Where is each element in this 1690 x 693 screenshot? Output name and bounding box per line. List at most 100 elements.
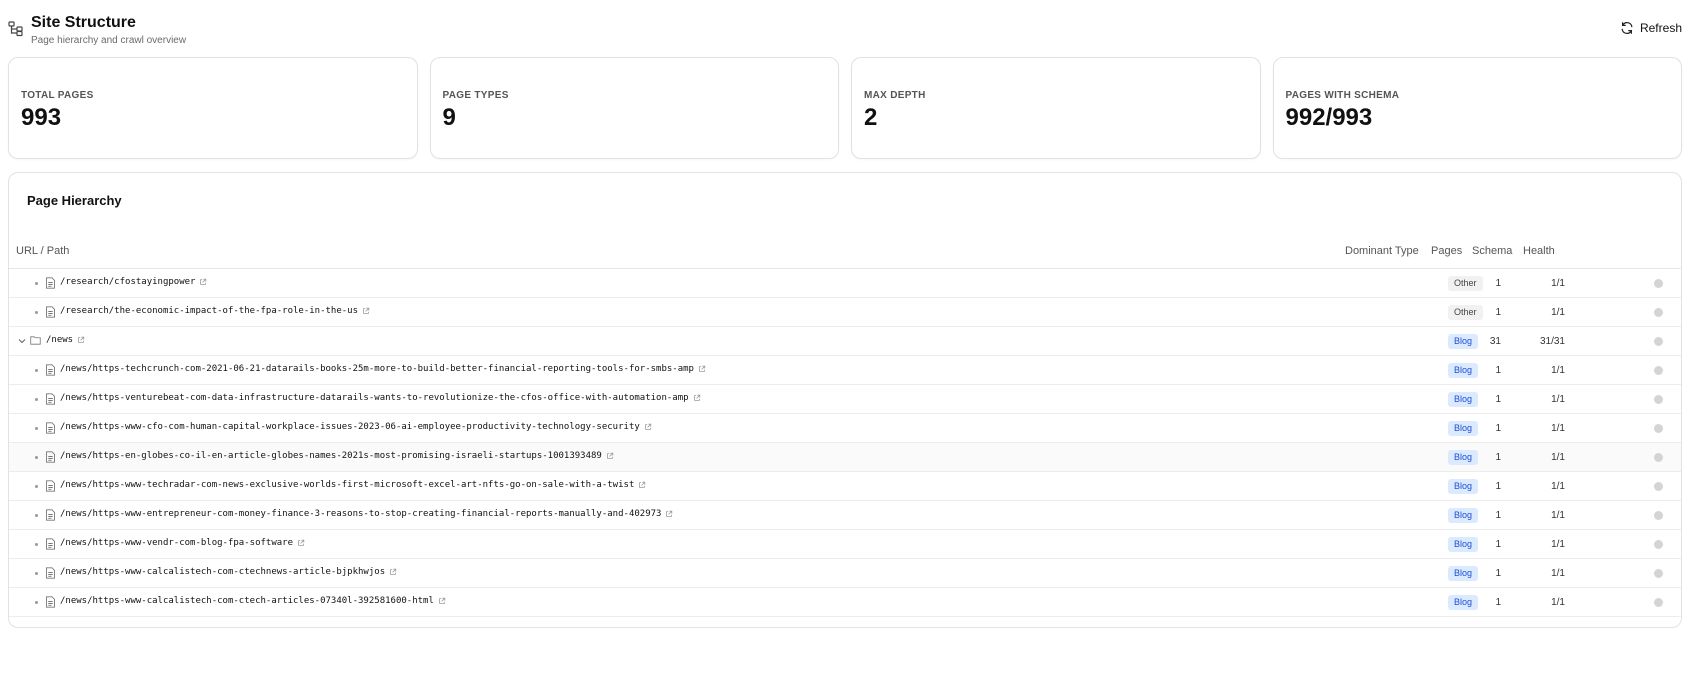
panel-title: Page Hierarchy <box>27 193 122 208</box>
external-link-icon[interactable] <box>297 539 305 547</box>
page-hierarchy-panel: Page Hierarchy URL / Path Dominant Type … <box>8 172 1682 628</box>
file-icon <box>45 306 56 318</box>
path-cell[interactable]: /news/https-www-calcalistech-com-ctech-a… <box>60 596 446 606</box>
path-text[interactable]: /news/https-techcrunch-com-2021-06-21-da… <box>60 364 694 374</box>
bullet-icon <box>35 427 38 430</box>
external-link-icon[interactable] <box>665 510 673 518</box>
health-indicator <box>1654 424 1663 433</box>
health-indicator <box>1654 453 1663 462</box>
external-link-icon[interactable] <box>693 394 701 402</box>
pages-count: 1 <box>1495 423 1501 434</box>
path-text[interactable]: /news/https-www-entrepreneur-com-money-f… <box>60 509 661 519</box>
path-cell[interactable]: /news <box>46 335 85 345</box>
table-row[interactable]: /news/https-www-vendr-com-blog-fpa-softw… <box>9 530 1681 559</box>
external-link-icon[interactable] <box>606 452 614 460</box>
file-icon <box>45 451 56 463</box>
bullet-icon <box>35 601 38 604</box>
path-cell[interactable]: /news/https-techcrunch-com-2021-06-21-da… <box>60 364 706 374</box>
path-text[interactable]: /research/cfostayingpower <box>60 277 195 287</box>
path-cell[interactable]: /research/cfostayingpower <box>60 277 207 287</box>
type-badge: Blog <box>1448 450 1479 465</box>
health-indicator <box>1654 540 1663 549</box>
health-indicator <box>1654 569 1663 578</box>
table-row[interactable]: /news/https-en-globes-co-il-en-article-g… <box>9 443 1681 472</box>
column-header-pages[interactable]: Pages <box>1431 245 1462 257</box>
schema-count: 1/1 <box>1551 539 1565 550</box>
file-icon <box>45 567 56 579</box>
pages-count: 1 <box>1495 539 1501 550</box>
health-indicator <box>1654 511 1663 520</box>
type-badge: Blog <box>1448 363 1479 378</box>
path-text[interactable]: /news/https-en-globes-co-il-en-article-g… <box>60 451 602 461</box>
type-badge: Blog <box>1448 421 1479 436</box>
path-cell[interactable]: /news/https-www-vendr-com-blog-fpa-softw… <box>60 538 305 548</box>
path-cell[interactable]: /news/https-www-calcalistech-com-ctechne… <box>60 567 397 577</box>
table-row[interactable]: /news/https-www-cfo-com-human-capital-wo… <box>9 414 1681 443</box>
bullet-icon <box>35 398 38 401</box>
type-badge: Blog <box>1448 595 1479 610</box>
pages-count: 1 <box>1495 452 1501 463</box>
path-cell[interactable]: /news/https-www-techradar-com-news-exclu… <box>60 480 646 490</box>
stat-label: PAGE TYPES <box>442 90 509 101</box>
file-icon <box>45 596 56 608</box>
stat-value: 9 <box>442 104 456 131</box>
path-text[interactable]: /news/https-www-calcalistech-com-ctechne… <box>60 567 385 577</box>
stat-label: TOTAL PAGES <box>21 90 94 101</box>
external-link-icon[interactable] <box>199 278 207 286</box>
schema-count: 1/1 <box>1551 394 1565 405</box>
pages-count: 1 <box>1495 394 1501 405</box>
bullet-icon <box>35 543 38 546</box>
file-icon <box>45 509 56 521</box>
schema-count: 1/1 <box>1551 452 1565 463</box>
path-cell[interactable]: /news/https-venturebeat-com-data-infrast… <box>60 393 701 403</box>
table-row[interactable]: /research/cfostayingpower Other 1 1/1 <box>9 269 1681 298</box>
path-text[interactable]: /news/https-www-cfo-com-human-capital-wo… <box>60 422 640 432</box>
external-link-icon[interactable] <box>362 307 370 315</box>
chevron-down-icon[interactable] <box>17 336 27 346</box>
stat-value: 993 <box>21 104 62 131</box>
path-cell[interactable]: /news/https-www-cfo-com-human-capital-wo… <box>60 422 652 432</box>
type-badge: Blog <box>1448 508 1479 523</box>
external-link-icon[interactable] <box>644 423 652 431</box>
table-row[interactable]: /news/https-www-calcalistech-com-ctech-a… <box>9 588 1681 617</box>
path-cell[interactable]: /news/https-www-entrepreneur-com-money-f… <box>60 509 673 519</box>
external-link-icon[interactable] <box>77 336 85 344</box>
path-cell[interactable]: /news/https-en-globes-co-il-en-article-g… <box>60 451 614 461</box>
external-link-icon[interactable] <box>438 597 446 605</box>
external-link-icon[interactable] <box>698 365 706 373</box>
path-text[interactable]: /news/https-www-calcalistech-com-ctech-a… <box>60 596 434 606</box>
column-header-schema[interactable]: Schema <box>1472 245 1512 257</box>
path-text[interactable]: /news/https-www-techradar-com-news-exclu… <box>60 480 634 490</box>
schema-count: 1/1 <box>1551 568 1565 579</box>
path-text[interactable]: /news <box>46 335 73 345</box>
type-badge: Blog <box>1448 392 1479 407</box>
file-icon <box>45 480 56 492</box>
path-text[interactable]: /news/https-www-vendr-com-blog-fpa-softw… <box>60 538 293 548</box>
path-text[interactable]: /research/the-economic-impact-of-the-fpa… <box>60 306 358 316</box>
file-icon <box>45 364 56 376</box>
health-indicator <box>1654 395 1663 404</box>
column-header-type[interactable]: Dominant Type <box>1345 245 1419 257</box>
pages-count: 1 <box>1495 568 1501 579</box>
health-indicator <box>1654 366 1663 375</box>
bullet-icon <box>35 369 38 372</box>
column-header-path[interactable]: URL / Path <box>16 245 69 257</box>
table-row[interactable]: /news/https-www-techradar-com-news-exclu… <box>9 472 1681 501</box>
folder-row[interactable]: /news Blog 31 31/31 <box>9 327 1681 356</box>
schema-count: 1/1 <box>1551 278 1565 289</box>
path-cell[interactable]: /research/the-economic-impact-of-the-fpa… <box>60 306 370 316</box>
column-header-health[interactable]: Health <box>1523 245 1555 257</box>
external-link-icon[interactable] <box>638 481 646 489</box>
stat-card-max-depth: MAX DEPTH 2 <box>851 57 1261 159</box>
refresh-button[interactable]: Refresh <box>1620 19 1682 37</box>
table-row[interactable]: /news/https-www-calcalistech-com-ctechne… <box>9 559 1681 588</box>
path-text[interactable]: /news/https-venturebeat-com-data-infrast… <box>60 393 689 403</box>
table-row[interactable]: /news/https-techcrunch-com-2021-06-21-da… <box>9 356 1681 385</box>
table-row[interactable]: /news/https-www-entrepreneur-com-money-f… <box>9 501 1681 530</box>
pages-count: 1 <box>1495 481 1501 492</box>
type-badge: Other <box>1448 276 1483 291</box>
external-link-icon[interactable] <box>389 568 397 576</box>
schema-count: 1/1 <box>1551 510 1565 521</box>
table-row[interactable]: /news/https-venturebeat-com-data-infrast… <box>9 385 1681 414</box>
table-row[interactable]: /research/the-economic-impact-of-the-fpa… <box>9 298 1681 327</box>
